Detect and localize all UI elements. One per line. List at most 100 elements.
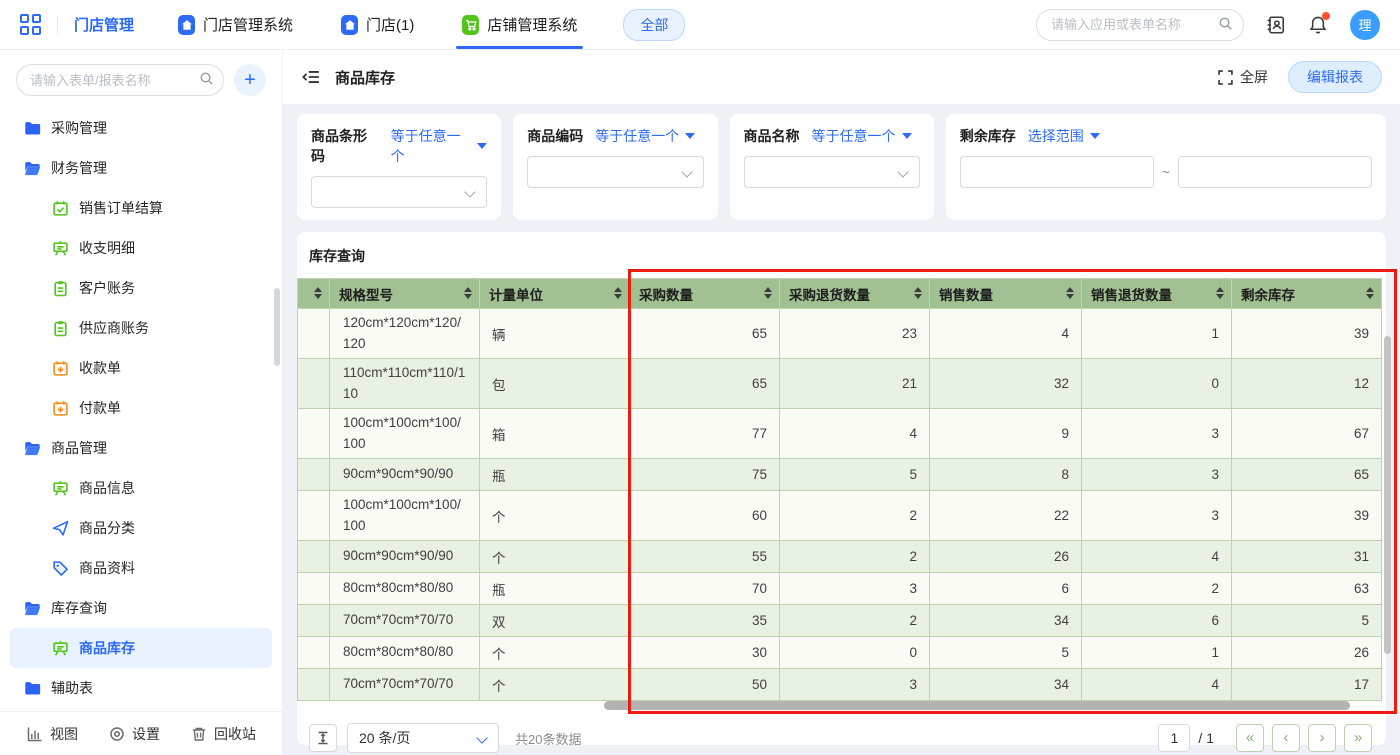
sidebar-footer-2[interactable]: 设置	[108, 724, 160, 744]
sort-icon[interactable]	[1366, 287, 1374, 299]
cell-value: 65	[1232, 459, 1382, 491]
range-max-input[interactable]	[1178, 156, 1372, 188]
cell-unit: 包	[480, 359, 630, 409]
cell-value: 8	[930, 459, 1082, 491]
sidebar-item-11[interactable]: 商品分类	[10, 508, 272, 548]
sidebar-item-10[interactable]: 商品信息	[10, 468, 272, 508]
table-row[interactable]: 100cm*100cm*100/100箱7749367	[298, 409, 1382, 459]
apps-grid-icon[interactable]	[20, 14, 41, 35]
table-row[interactable]: 80cm*80cm*80/80瓶7036263	[298, 573, 1382, 605]
filter-operator[interactable]: 等于任意一个	[595, 126, 695, 146]
sidebar-item-15[interactable]: 辅助表	[10, 668, 272, 708]
sort-icon[interactable]	[764, 287, 772, 299]
cell-unit: 箱	[480, 409, 630, 459]
cell-value: 77	[630, 409, 780, 459]
cell-value: 0	[1082, 359, 1232, 409]
caret-down-icon	[685, 133, 695, 139]
sort-icon[interactable]	[1216, 287, 1224, 299]
sidebar-item-12[interactable]: 商品资料	[10, 548, 272, 588]
cell-value: 3	[1082, 409, 1232, 459]
filter-operator[interactable]: 等于任意一个	[812, 126, 912, 146]
sidebar-item-9[interactable]: 商品管理	[10, 428, 272, 468]
sidebar-item-13[interactable]: 库存查询	[10, 588, 272, 628]
filter-select[interactable]	[311, 176, 487, 208]
chevron-down-icon	[465, 186, 476, 197]
cell-value: 1	[1082, 309, 1232, 359]
cell-value: 4	[1082, 669, 1232, 701]
cell-value: 6	[1082, 605, 1232, 637]
filter-operator[interactable]: 选择范围	[1028, 126, 1100, 146]
presentation-icon	[52, 240, 69, 257]
add-form-button[interactable]: +	[234, 64, 266, 96]
sort-icon[interactable]	[464, 287, 472, 299]
user-avatar[interactable]: 理	[1350, 10, 1380, 40]
filter-select[interactable]	[527, 156, 703, 188]
horizontal-scrollbar[interactable]	[604, 701, 1350, 710]
trash-icon	[190, 725, 207, 742]
sort-icon[interactable]	[614, 287, 622, 299]
sidebar-item-14[interactable]: 商品库存	[10, 628, 272, 668]
sidebar-item-5[interactable]: 客户账务	[10, 268, 272, 308]
form-search-input[interactable]	[16, 64, 224, 96]
table-row[interactable]: 90cm*90cm*90/90瓶7558365	[298, 459, 1382, 491]
row-height-button[interactable]	[309, 724, 337, 752]
sidebar-footer-1[interactable]: 视图	[26, 724, 78, 744]
range-min-input[interactable]	[960, 156, 1154, 188]
collapse-sidebar-icon[interactable]	[301, 67, 321, 87]
cell-value: 4	[1082, 541, 1232, 573]
prev-page-button[interactable]: ‹	[1272, 724, 1300, 752]
table-row[interactable]: 100cm*100cm*100/100个60222339	[298, 491, 1382, 541]
cell-value: 39	[1232, 309, 1382, 359]
tag-icon	[52, 560, 69, 577]
fullscreen-button[interactable]: 全屏	[1217, 67, 1268, 87]
sidebar-item-4[interactable]: 收支明细	[10, 228, 272, 268]
vertical-scrollbar[interactable]	[1384, 336, 1391, 654]
sidebar-item-3[interactable]: 销售订单结算	[10, 188, 272, 228]
filter-operator[interactable]: 等于任意一个	[391, 126, 488, 166]
page-number-input[interactable]	[1158, 724, 1190, 752]
store-management-link[interactable]: 门店管理	[74, 14, 134, 35]
next-page-button[interactable]: ›	[1308, 724, 1336, 752]
search-icon	[1218, 16, 1233, 36]
caret-down-icon	[1090, 133, 1100, 139]
table-row[interactable]: 70cm*70cm*70/70个50334417	[298, 669, 1382, 701]
inventory-card: 库存查询 规格型号计量单位采购数量采购退货数量销售数量销售退货数量剩余库存120…	[297, 232, 1386, 745]
sidebar-item-2[interactable]: 财务管理	[10, 148, 272, 188]
app-tab-2[interactable]: 门店(1)	[341, 0, 414, 49]
page-size-select[interactable]: 20 条/页	[347, 723, 499, 753]
table-row[interactable]: 120cm*120cm*120/120辆65234139	[298, 309, 1382, 359]
sort-icon[interactable]	[914, 287, 922, 299]
contacts-icon[interactable]	[1266, 15, 1286, 35]
sidebar-item-1[interactable]: 采购管理	[10, 108, 272, 148]
filter-card-1: 商品条形码 等于任意一个	[297, 114, 501, 220]
app-tab-1[interactable]: 门店管理系统	[178, 0, 293, 49]
cell-unit: 双	[480, 605, 630, 637]
first-page-button[interactable]: «	[1236, 724, 1264, 752]
all-filter-pill[interactable]: 全部	[623, 9, 685, 41]
sidebar-item-8[interactable]: 付款单	[10, 388, 272, 428]
total-count-label: 共20条数据	[515, 729, 581, 748]
table-row[interactable]: 90cm*90cm*90/90个55226431	[298, 541, 1382, 573]
app-tab-3[interactable]: 店铺管理系统	[462, 0, 577, 49]
cell-value: 0	[780, 637, 930, 669]
sidebar-item-7[interactable]: 收款单	[10, 348, 272, 388]
table-row[interactable]: 110cm*110cm*110/110包652132012	[298, 359, 1382, 409]
sort-icon[interactable]	[1066, 287, 1074, 299]
sort-icon[interactable]	[314, 287, 322, 299]
filter-name: 商品条形码	[311, 126, 379, 166]
sidebar-scrollbar[interactable]	[274, 288, 280, 366]
table-row[interactable]: 70cm*70cm*70/70双3523465	[298, 605, 1382, 637]
table-row[interactable]: 80cm*80cm*80/80个3005126	[298, 637, 1382, 669]
cell-value: 22	[930, 491, 1082, 541]
filter-select[interactable]	[744, 156, 920, 188]
column-header: 规格型号	[330, 279, 480, 309]
app-search-input[interactable]	[1036, 9, 1244, 41]
cell-value: 2	[1082, 573, 1232, 605]
last-page-button[interactable]: »	[1344, 724, 1372, 752]
sidebar-item-6[interactable]: 供应商账务	[10, 308, 272, 348]
notification-bell-icon[interactable]	[1308, 15, 1328, 35]
edit-report-button[interactable]: 编辑报表	[1288, 61, 1382, 93]
sidebar-footer-3[interactable]: 回收站	[190, 724, 256, 744]
caret-down-icon	[477, 143, 487, 149]
folder-icon	[24, 120, 41, 137]
